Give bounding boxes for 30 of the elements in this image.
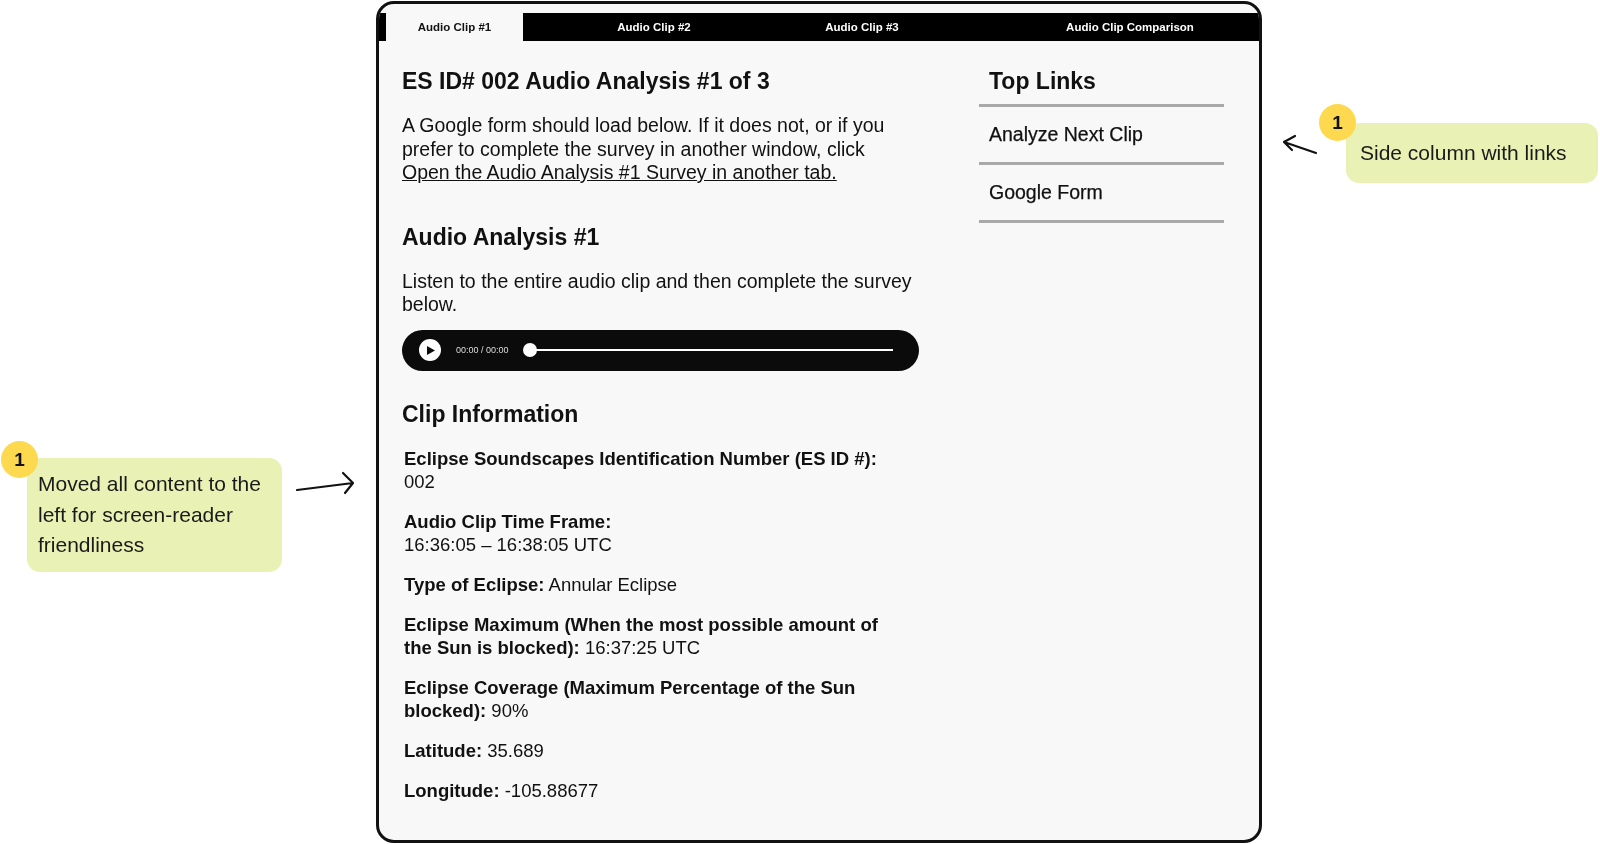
info-text: Audio Clip Time Frame: 16:36:05 – 16:38:05 UTC [404, 509, 613, 556]
section-heading: Clip Information [402, 399, 580, 428]
info-text: Latitude: 35.689 [404, 738, 545, 762]
play-icon [427, 345, 435, 355]
step-badge: 1 [1, 441, 38, 478]
side-link[interactable]: Analyze Next Clip [979, 107, 1224, 162]
side-heading: Top Links [988, 67, 1097, 95]
side-link[interactable]: Google Form [979, 165, 1224, 220]
info-text: Type of Eclipse: Annular Eclipse [404, 572, 679, 596]
callout-text: Moved all content to the left for screen-reader friendliness [27, 458, 282, 572]
instructions-text: Listen to the entire audio clip and then complete the survey below. [402, 269, 913, 317]
tab[interactable]: Audio Clip #1 [386, 13, 523, 41]
section-heading: Audio Analysis #1 [402, 222, 601, 251]
info-text: Eclipse Soundscapes Identification Number (ES ID #): 002 [404, 446, 878, 493]
page-title: ES ID# 002 Audio Analysis #1 of 3 [402, 67, 771, 95]
survey-link[interactable]: Open the Audio Analysis #1 Survey in another tab. [402, 161, 837, 183]
info-text: Eclipse Coverage (Maximum Percentage of the Sun blocked): 90% [404, 675, 857, 722]
info-text: Eclipse Maximum (When the most possible amount of the Sun is blocked): 16:37:25 UTC [404, 612, 879, 659]
tab[interactable]: Audio Clip #2 [523, 13, 785, 41]
callout-text: Side column with links [1346, 123, 1598, 183]
time-readout: 00:00 / 00:00 [456, 345, 509, 355]
arrow-icon [294, 470, 356, 496]
slider-thumb[interactable] [522, 343, 537, 357]
tab[interactable]: Audio Clip Comparison [939, 13, 1259, 41]
tab[interactable]: Audio Clip #3 [785, 13, 939, 41]
arrow-icon [1281, 133, 1318, 157]
play-button[interactable] [419, 339, 441, 361]
intro-text: A Google form should load below. If it does not, or if you prefer to complete the survey in another window, click Open the Audio Analysis #1 Survey in another tab. [402, 114, 886, 185]
info-text: Longitude: -105.88677 [404, 778, 600, 802]
step-badge: 1 [1319, 104, 1356, 141]
